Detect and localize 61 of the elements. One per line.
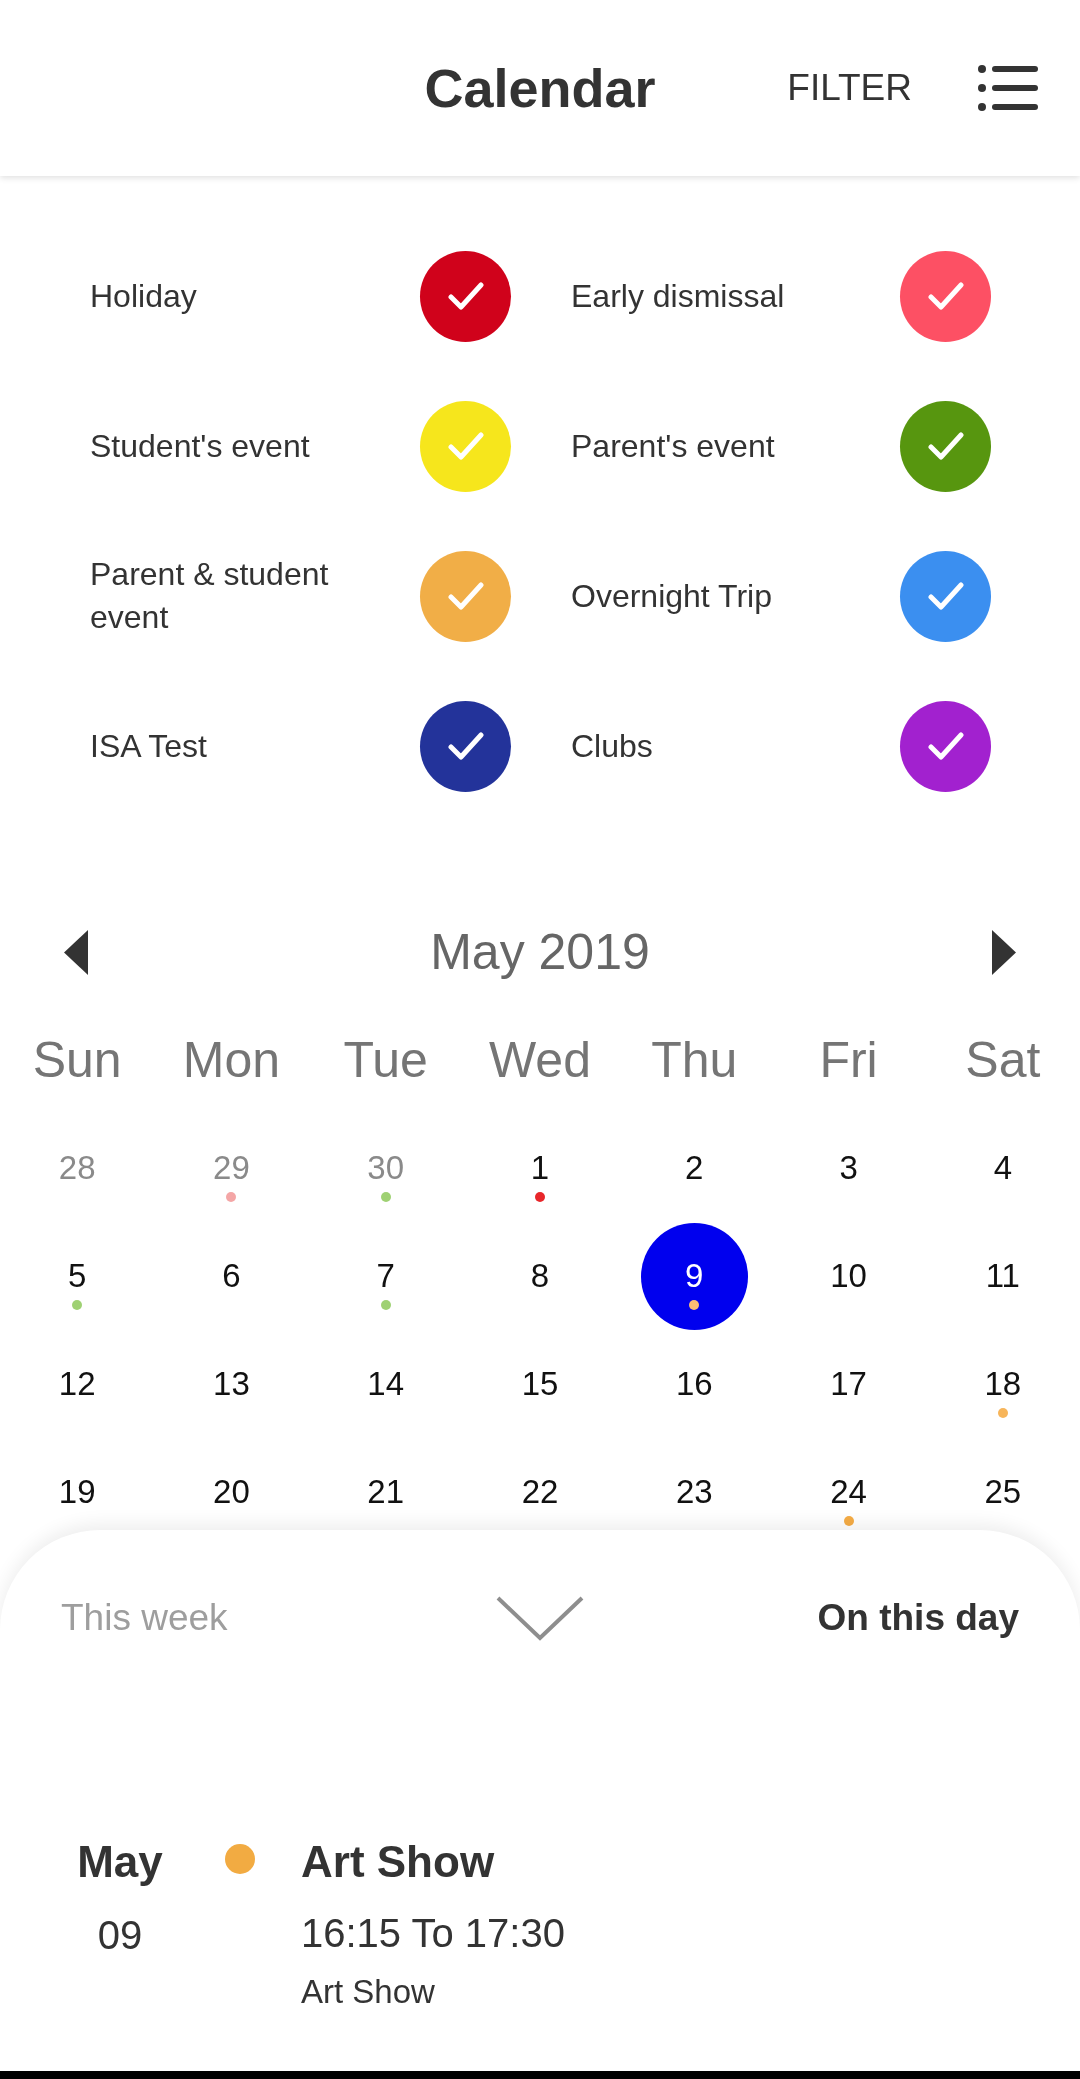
day-button[interactable]: 13 xyxy=(209,1350,254,1418)
filter-button[interactable]: FILTER xyxy=(787,65,912,111)
day-button[interactable]: 4 xyxy=(989,1134,1017,1202)
category-label: ISA Test xyxy=(90,726,207,766)
event-description: Art Show xyxy=(301,1972,435,2012)
right-triangle-icon[interactable] xyxy=(992,929,1016,975)
day-button[interactable]: 18 xyxy=(980,1350,1026,1418)
check-icon xyxy=(447,732,484,760)
day-button[interactable]: 3 xyxy=(835,1134,862,1202)
day-button[interactable]: 11 xyxy=(981,1242,1024,1310)
chevron-down-icon[interactable] xyxy=(495,1594,585,1642)
check-icon xyxy=(447,282,484,310)
weekday-label: Mon xyxy=(182,1031,281,1090)
category-label: Early dismissal xyxy=(571,276,785,316)
category-label: Student's event xyxy=(90,426,310,466)
weekday-label: Sat xyxy=(965,1031,1041,1090)
day-button[interactable]: 23 xyxy=(671,1458,717,1526)
day-button[interactable]: 9 xyxy=(640,1222,748,1330)
day-button[interactable]: 8 xyxy=(526,1242,554,1310)
day-button[interactable]: 12 xyxy=(54,1350,100,1418)
day-button[interactable]: 21 xyxy=(363,1458,409,1526)
event-month: May xyxy=(77,1836,163,1888)
check-icon xyxy=(927,582,964,610)
tab[interactable]: On this day xyxy=(817,1595,1019,1641)
day-button[interactable]: 5 xyxy=(63,1242,91,1310)
day-button[interactable]: 1 xyxy=(526,1134,554,1202)
day-button[interactable]: 17 xyxy=(826,1350,871,1418)
day-button[interactable]: 7 xyxy=(372,1242,399,1310)
weekday-label: Tue xyxy=(343,1031,428,1090)
left-triangle-icon[interactable] xyxy=(64,929,88,975)
category-label: Holiday xyxy=(90,276,197,316)
event-time: 16:15 To 17:30 xyxy=(301,1910,565,1957)
event-day: 09 xyxy=(97,1910,143,1960)
day-button[interactable]: 15 xyxy=(517,1350,563,1418)
check-icon xyxy=(927,432,964,460)
check-icon xyxy=(447,582,484,610)
weekday-label: Thu xyxy=(651,1031,738,1090)
day-button[interactable]: 10 xyxy=(826,1242,871,1310)
day-button[interactable]: 6 xyxy=(218,1242,245,1310)
weekday-label: Wed xyxy=(489,1031,591,1090)
day-button[interactable]: 16 xyxy=(671,1350,717,1418)
check-icon xyxy=(447,432,484,460)
check-icon xyxy=(927,282,964,310)
category-label: Parent's event xyxy=(571,426,775,466)
month-title: May 2019 xyxy=(430,923,650,982)
day-button[interactable]: 14 xyxy=(363,1350,409,1418)
day-button[interactable]: 20 xyxy=(209,1458,254,1526)
category-label: Overnight Trip xyxy=(571,576,772,616)
weekday-label: Fri xyxy=(819,1031,878,1090)
category-label: Clubs xyxy=(571,726,653,766)
weekday-label: Sun xyxy=(32,1031,122,1090)
day-button[interactable]: 24 xyxy=(826,1458,871,1526)
event-title: Art Show xyxy=(301,1836,495,1888)
menu-icon[interactable] xyxy=(978,64,1038,112)
day-button[interactable]: 2 xyxy=(681,1134,708,1202)
day-button[interactable]: 22 xyxy=(517,1458,563,1526)
category-label: Parent & student event xyxy=(90,555,330,637)
day-button[interactable]: 19 xyxy=(54,1458,100,1526)
check-icon xyxy=(927,732,964,760)
day-button[interactable]: 25 xyxy=(980,1458,1026,1526)
screen-title: Calendar xyxy=(424,56,656,120)
